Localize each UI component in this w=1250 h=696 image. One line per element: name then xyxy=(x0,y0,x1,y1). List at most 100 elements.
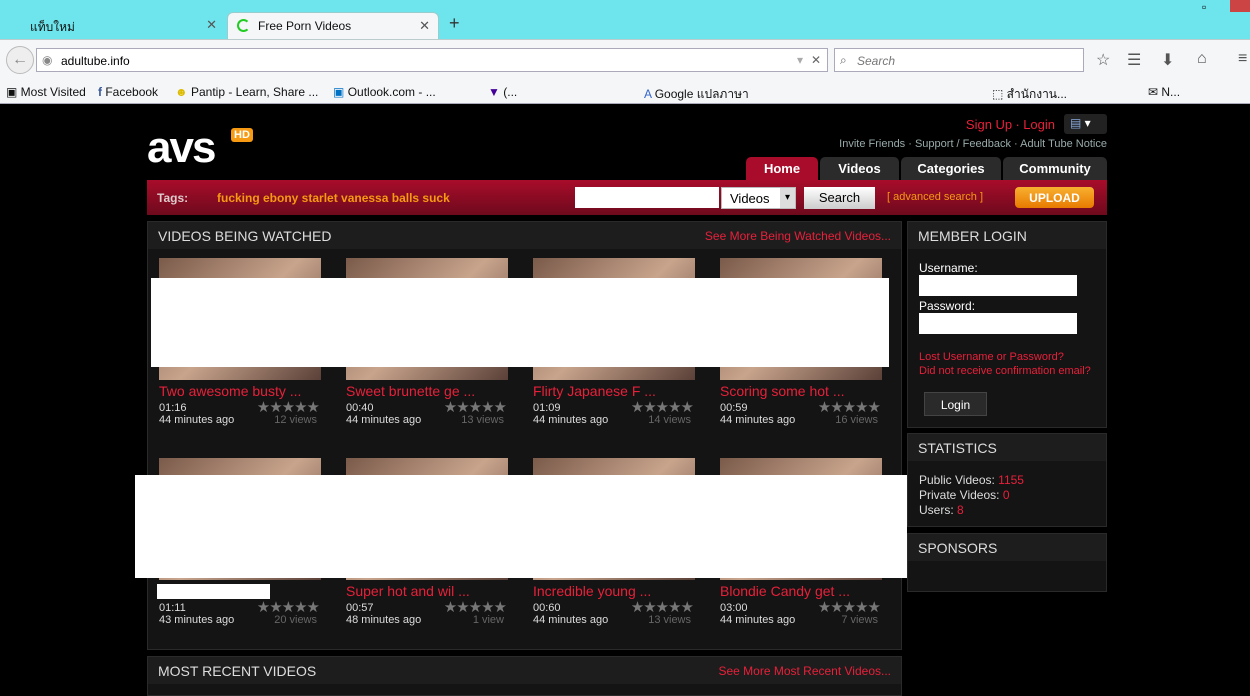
video-views: 1 view xyxy=(472,614,504,626)
video-title[interactable]: Super hot and wil ... xyxy=(346,583,470,599)
site-search-input[interactable] xyxy=(575,187,719,208)
tag-links[interactable]: fucking ebony starlet vanessa balls suck xyxy=(217,191,450,205)
confirmation-email-link[interactable]: Did not receive confirmation email? xyxy=(919,365,1091,377)
video-views: 13 views xyxy=(648,614,691,626)
login-link[interactable]: Login xyxy=(1023,117,1055,132)
signup-link[interactable]: Sign Up xyxy=(966,117,1012,132)
sub-links: Invite Friends · Support / Feedback · Ad… xyxy=(839,138,1107,150)
sponsors-panel: SPONSORS xyxy=(907,533,1107,592)
search-type-select[interactable]: Videos ▾ xyxy=(721,187,796,209)
notice-link[interactable]: Adult Tube Notice xyxy=(1020,138,1107,150)
clear-icon[interactable]: ✕ xyxy=(811,53,821,67)
bookmark-star-icon[interactable]: ☆ xyxy=(1096,50,1110,70)
search-button[interactable]: Search xyxy=(804,187,875,209)
home-icon[interactable]: ⌂ xyxy=(1197,50,1207,68)
redaction-box xyxy=(157,584,270,599)
most-recent-panel: MOST RECENT VIDEOS See More Most Recent V… xyxy=(147,656,902,696)
panel-title: STATISTICS xyxy=(908,434,1106,461)
panel-title: VIDEOS BEING WATCHED xyxy=(158,228,332,244)
panel-title: MEMBER LOGIN xyxy=(908,222,1106,249)
globe-icon: ◉ xyxy=(42,53,53,67)
users-stat: Users: 8 xyxy=(919,503,964,517)
tags-label: Tags: xyxy=(157,191,189,205)
video-title[interactable]: Sweet brunette ge ... xyxy=(346,383,475,399)
bookmark-outlook[interactable]: ▣ Outlook.com - ... xyxy=(333,85,436,99)
nav-categories[interactable]: Categories xyxy=(901,157,1001,180)
video-added: 43 minutes ago xyxy=(159,614,235,626)
nav-videos[interactable]: Videos xyxy=(820,157,899,180)
lost-password-link[interactable]: Lost Username or Password? xyxy=(919,351,1064,363)
invite-friends-link[interactable]: Invite Friends xyxy=(839,138,905,150)
tab-active[interactable]: Free Porn Videos ✕ xyxy=(227,12,439,39)
redaction-box xyxy=(135,475,907,578)
login-button[interactable]: Login xyxy=(924,392,987,416)
upload-button[interactable]: UPLOAD xyxy=(1015,187,1094,208)
dropdown-icon[interactable]: ▾ xyxy=(797,53,803,67)
close-tab-icon[interactable]: ✕ xyxy=(206,17,217,33)
bookmark-facebook[interactable]: f Facebook xyxy=(98,85,158,99)
tab-new[interactable]: แท็บใหม่ ✕ xyxy=(20,12,225,39)
separator: · xyxy=(1015,117,1020,132)
username-input[interactable] xyxy=(919,275,1077,296)
video-added: 48 minutes ago xyxy=(346,614,422,626)
redaction-box xyxy=(151,278,889,367)
see-more-recent-link[interactable]: See More Most Recent Videos... xyxy=(718,664,891,678)
video-added: 44 minutes ago xyxy=(720,414,796,426)
url-bar[interactable]: ◉ adultube.info ▾ ✕ xyxy=(36,48,828,72)
browser-search-input[interactable]: ⌕ Search xyxy=(834,48,1084,72)
reading-list-icon[interactable]: ☰ xyxy=(1127,50,1141,70)
bookmark-mail[interactable]: ▼ (... xyxy=(488,85,517,99)
menu-icon[interactable]: ≡ xyxy=(1238,50,1247,68)
video-duration: 03:00 xyxy=(720,602,748,614)
browser-chrome: แท็บใหม่ ✕ Free Porn Videos ✕ + ▫ ← ◉ adult… xyxy=(0,0,1250,104)
search-icon: ⌕ xyxy=(840,53,847,67)
video-duration: 01:16 xyxy=(159,402,187,414)
language-selector[interactable]: ▤ ▾ xyxy=(1064,114,1107,134)
account-links: Sign Up · Login xyxy=(966,117,1055,132)
video-title[interactable]: Incredible young ... xyxy=(533,583,651,599)
bookmark-most-visited[interactable]: ▣ Most Visited xyxy=(6,85,86,99)
statistics-panel: STATISTICS Public Videos: 1155 Private V… xyxy=(907,433,1107,527)
nav-home[interactable]: Home xyxy=(746,157,818,180)
close-window-button[interactable] xyxy=(1230,0,1250,12)
panel-title: MOST RECENT VIDEOS xyxy=(158,663,317,679)
bookmark-n[interactable]: ✉ N... xyxy=(1148,85,1180,99)
private-videos-stat: Private Videos: 0 xyxy=(919,488,1010,502)
tab-label: Free Porn Videos xyxy=(258,19,352,33)
video-title[interactable]: Blondie Candy get ... xyxy=(720,583,850,599)
video-duration: 00:57 xyxy=(346,602,374,614)
bookmark-office[interactable]: ⬚ สำนักงาน... xyxy=(992,85,1067,104)
new-tab-button[interactable]: + xyxy=(449,13,460,34)
member-login-panel: MEMBER LOGIN Username: Password: Lost Us… xyxy=(907,221,1107,428)
video-added: 44 minutes ago xyxy=(533,414,609,426)
video-title[interactable]: Flirty Japanese F ... xyxy=(533,383,656,399)
video-views: 13 views xyxy=(461,414,504,426)
video-duration: 00:40 xyxy=(346,402,374,414)
video-added: 44 minutes ago xyxy=(159,414,235,426)
advanced-search-link[interactable]: [ advanced search ] xyxy=(887,191,983,203)
bookmark-pantip[interactable]: ☻ Pantip - Learn, Share ... xyxy=(175,85,318,99)
bookmarks-bar: ▣ Most Visited f Facebook ☻ Pantip - Lea… xyxy=(0,80,1250,104)
back-button[interactable]: ← xyxy=(6,46,34,74)
bookmark-google-translate[interactable]: A Google แปลภาษา xyxy=(644,85,749,104)
username-label: Username: xyxy=(919,261,978,275)
video-duration: 01:11 xyxy=(159,602,186,614)
download-icon[interactable]: ⬇ xyxy=(1161,50,1174,70)
password-input[interactable] xyxy=(919,313,1077,334)
video-title[interactable]: Scoring some hot ... xyxy=(720,383,845,399)
panel-title: SPONSORS xyxy=(908,534,1106,561)
nav-community[interactable]: Community xyxy=(1003,157,1107,180)
tab-label: แท็บใหม่ xyxy=(30,20,75,34)
video-added: 44 minutes ago xyxy=(533,614,609,626)
see-more-watched-link[interactable]: See More Being Watched Videos... xyxy=(705,229,891,243)
close-tab-icon[interactable]: ✕ xyxy=(419,18,430,34)
window-controls[interactable]: ▫ xyxy=(1202,0,1206,14)
video-views: 7 views xyxy=(841,614,878,626)
video-added: 44 minutes ago xyxy=(346,414,422,426)
nav-toolbar: ← ◉ adultube.info ▾ ✕ ⌕ Search ☆ ☰ ⬇ ⌂ ≡ xyxy=(0,39,1250,80)
video-title[interactable]: Two awesome busty ... xyxy=(159,383,301,399)
video-views: 14 views xyxy=(648,414,691,426)
support-link[interactable]: Support / Feedback xyxy=(915,138,1011,150)
url-text: adultube.info xyxy=(61,54,130,68)
site-logo[interactable]: avs xyxy=(147,126,216,170)
